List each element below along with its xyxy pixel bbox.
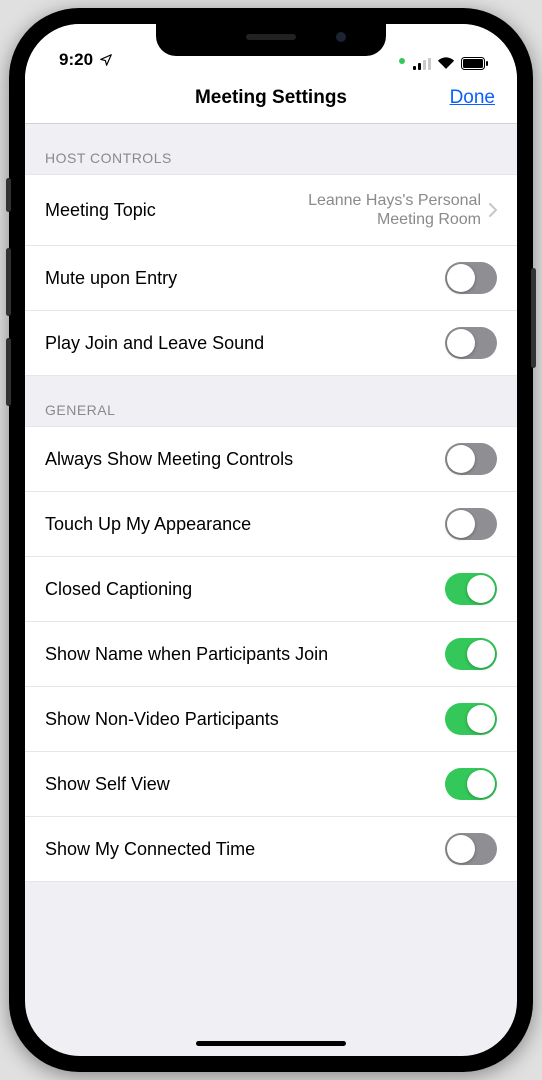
volume-down-button xyxy=(6,338,11,406)
mute-upon-entry-toggle[interactable] xyxy=(445,262,497,294)
cellular-icon xyxy=(413,58,431,70)
row-mute-upon-entry: Mute upon Entry xyxy=(25,246,517,311)
section-header-general: GENERAL xyxy=(25,376,517,426)
volume-up-button xyxy=(6,248,11,316)
row-always-show-controls: Always Show Meeting Controls xyxy=(25,426,517,492)
self-view-label: Show Self View xyxy=(45,774,445,795)
non-video-participants-label: Show Non-Video Participants xyxy=(45,709,445,730)
notch xyxy=(156,24,386,56)
status-time: 9:20 xyxy=(59,50,93,70)
mute-upon-entry-label: Mute upon Entry xyxy=(45,268,445,289)
row-self-view: Show Self View xyxy=(25,752,517,817)
show-name-join-toggle[interactable] xyxy=(445,638,497,670)
row-connected-time: Show My Connected Time xyxy=(25,817,517,882)
connected-time-label: Show My Connected Time xyxy=(45,839,445,860)
battery-icon xyxy=(461,57,489,70)
silence-switch xyxy=(6,178,11,212)
always-show-controls-toggle[interactable] xyxy=(445,443,497,475)
meeting-topic-label: Meeting Topic xyxy=(45,200,261,221)
section-header-host-controls: HOST CONTROLS xyxy=(25,124,517,174)
page-title: Meeting Settings xyxy=(195,87,347,109)
home-indicator[interactable] xyxy=(196,1041,346,1046)
closed-captioning-toggle[interactable] xyxy=(445,573,497,605)
nav-bar: Meeting Settings Done xyxy=(25,72,517,124)
always-show-controls-label: Always Show Meeting Controls xyxy=(45,449,445,470)
location-icon xyxy=(99,53,113,67)
settings-content[interactable]: HOST CONTROLS Meeting Topic Leanne Hays'… xyxy=(25,124,517,1056)
row-show-name-join: Show Name when Participants Join xyxy=(25,622,517,687)
row-touch-up-appearance: Touch Up My Appearance xyxy=(25,492,517,557)
wifi-icon xyxy=(437,57,455,70)
phone-frame: 9:20 Meeting Settings Done HOST CONTROLS… xyxy=(9,8,533,1072)
touch-up-appearance-toggle[interactable] xyxy=(445,508,497,540)
join-leave-sound-label: Play Join and Leave Sound xyxy=(45,333,445,354)
join-leave-sound-toggle[interactable] xyxy=(445,327,497,359)
chevron-right-icon xyxy=(489,203,497,217)
done-button[interactable]: Done xyxy=(450,87,495,109)
row-non-video-participants: Show Non-Video Participants xyxy=(25,687,517,752)
self-view-toggle[interactable] xyxy=(445,768,497,800)
row-closed-captioning: Closed Captioning xyxy=(25,557,517,622)
screen: 9:20 Meeting Settings Done HOST CONTROLS… xyxy=(25,24,517,1056)
meeting-topic-value: Leanne Hays's Personal Meeting Room xyxy=(261,191,481,229)
power-button xyxy=(531,268,536,368)
connected-time-toggle[interactable] xyxy=(445,833,497,865)
privacy-indicator-icon xyxy=(399,58,405,64)
closed-captioning-label: Closed Captioning xyxy=(45,579,445,600)
non-video-participants-toggle[interactable] xyxy=(445,703,497,735)
row-meeting-topic[interactable]: Meeting Topic Leanne Hays's Personal Mee… xyxy=(25,174,517,246)
show-name-join-label: Show Name when Participants Join xyxy=(45,644,445,665)
touch-up-appearance-label: Touch Up My Appearance xyxy=(45,514,445,535)
row-join-leave-sound: Play Join and Leave Sound xyxy=(25,311,517,376)
